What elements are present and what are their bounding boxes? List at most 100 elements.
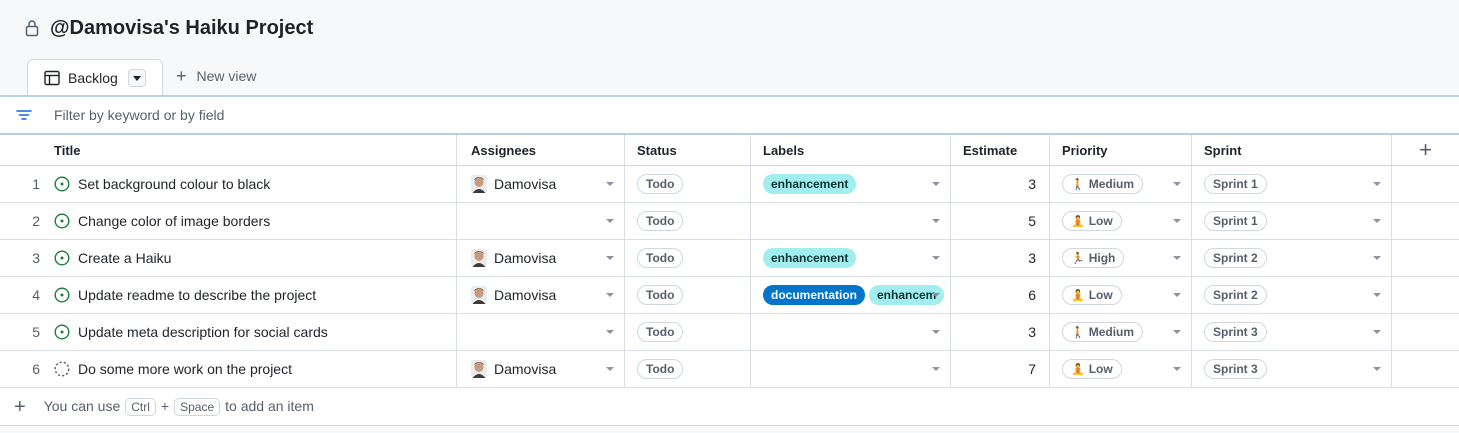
- status-cell[interactable]: Todo: [625, 314, 751, 350]
- caret-down-icon[interactable]: [1373, 256, 1381, 260]
- priority-label: Low: [1088, 288, 1113, 302]
- title-cell[interactable]: Update readme to describe the project: [40, 277, 457, 313]
- caret-down-icon[interactable]: [1373, 330, 1381, 334]
- bottom-strip: [0, 426, 1459, 433]
- assignees-cell[interactable]: [457, 314, 625, 350]
- status-cell[interactable]: Todo: [625, 203, 751, 239]
- filter-icon[interactable]: [16, 107, 32, 123]
- title-cell[interactable]: Do some more work on the project: [40, 351, 457, 387]
- filter-input[interactable]: [54, 107, 654, 123]
- caret-down-icon: [132, 75, 141, 81]
- caret-down-icon[interactable]: [606, 367, 614, 371]
- assignees-cell[interactable]: Damovisa: [457, 351, 625, 387]
- column-header-title[interactable]: Title: [40, 135, 457, 165]
- issue-title-link[interactable]: Update readme to describe the project: [78, 287, 316, 303]
- caret-down-icon[interactable]: [932, 256, 940, 260]
- estimate-cell[interactable]: 7: [951, 351, 1050, 387]
- priority-cell[interactable]: 🧘 Low: [1050, 351, 1192, 387]
- assignees-cell[interactable]: Damovisa: [457, 166, 625, 202]
- table-row[interactable]: 5 Update meta description for social card…: [0, 314, 1459, 351]
- caret-down-icon[interactable]: [1173, 182, 1181, 186]
- new-view-button[interactable]: + New view: [176, 67, 256, 85]
- tab-options-button[interactable]: [127, 69, 146, 87]
- column-header-estimate[interactable]: Estimate: [951, 135, 1050, 165]
- labels-cell[interactable]: enhancement: [751, 166, 951, 202]
- estimate-cell[interactable]: 5: [951, 203, 1050, 239]
- caret-down-icon[interactable]: [606, 293, 614, 297]
- title-cell[interactable]: Change color of image borders: [40, 203, 457, 239]
- status-cell[interactable]: Todo: [625, 351, 751, 387]
- table-row[interactable]: 4 Update readme to describe the project Da…: [0, 277, 1459, 314]
- issue-title-link[interactable]: Set background colour to black: [78, 176, 270, 192]
- caret-down-icon[interactable]: [1173, 367, 1181, 371]
- sprint-cell[interactable]: Sprint 1: [1192, 203, 1392, 239]
- assignees-cell[interactable]: Damovisa: [457, 240, 625, 276]
- title-cell[interactable]: Set background colour to black: [40, 166, 457, 202]
- labels-cell[interactable]: [751, 314, 951, 350]
- sprint-badge: Sprint 2: [1204, 285, 1267, 305]
- caret-down-icon[interactable]: [932, 219, 940, 223]
- assignees-cell[interactable]: [457, 203, 625, 239]
- estimate-cell[interactable]: 3: [951, 166, 1050, 202]
- row-number: 2: [32, 213, 40, 229]
- caret-down-icon[interactable]: [1173, 219, 1181, 223]
- issue-title-link[interactable]: Update meta description for social cards: [78, 324, 328, 340]
- add-field-button[interactable]: +: [1392, 135, 1459, 165]
- sprint-cell[interactable]: Sprint 3: [1192, 351, 1392, 387]
- plus-icon: +: [14, 396, 26, 418]
- labels-cell[interactable]: enhancement: [751, 240, 951, 276]
- caret-down-icon[interactable]: [932, 182, 940, 186]
- labels-cell[interactable]: documentation enhancem: [751, 277, 951, 313]
- table-row[interactable]: 3 Create a Haiku Damovisa Todo enhancement 3 🏃…: [0, 240, 1459, 277]
- sprint-cell[interactable]: Sprint 2: [1192, 240, 1392, 276]
- labels-cell[interactable]: [751, 203, 951, 239]
- priority-badge: 🧘 Low: [1062, 359, 1122, 379]
- assignees-cell[interactable]: Damovisa: [457, 277, 625, 313]
- caret-down-icon[interactable]: [932, 367, 940, 371]
- caret-down-icon[interactable]: [1373, 293, 1381, 297]
- issue-title-link[interactable]: Create a Haiku: [78, 250, 171, 266]
- table-row[interactable]: 1 Set background colour to black Damovisa T…: [0, 166, 1459, 203]
- caret-down-icon[interactable]: [932, 330, 940, 334]
- column-header-assignees[interactable]: Assignees: [457, 135, 625, 165]
- status-cell[interactable]: Todo: [625, 277, 751, 313]
- caret-down-icon[interactable]: [1373, 182, 1381, 186]
- add-item-row[interactable]: + You can use Ctrl + Space to add an item: [0, 389, 1459, 426]
- priority-cell[interactable]: 🧘 Low: [1050, 277, 1192, 313]
- priority-cell[interactable]: 🚶 Medium: [1050, 166, 1192, 202]
- sprint-cell[interactable]: Sprint 1: [1192, 166, 1392, 202]
- caret-down-icon[interactable]: [932, 293, 940, 297]
- estimate-cell[interactable]: 3: [951, 240, 1050, 276]
- title-cell[interactable]: Create a Haiku: [40, 240, 457, 276]
- column-header-sprint[interactable]: Sprint: [1192, 135, 1392, 165]
- estimate-cell[interactable]: 6: [951, 277, 1050, 313]
- status-cell[interactable]: Todo: [625, 166, 751, 202]
- caret-down-icon[interactable]: [606, 219, 614, 223]
- caret-down-icon[interactable]: [1173, 293, 1181, 297]
- status-cell[interactable]: Todo: [625, 240, 751, 276]
- caret-down-icon[interactable]: [606, 330, 614, 334]
- caret-down-icon[interactable]: [1173, 330, 1181, 334]
- priority-cell[interactable]: 🏃 High: [1050, 240, 1192, 276]
- sprint-cell[interactable]: Sprint 2: [1192, 277, 1392, 313]
- table-row[interactable]: 6 Do some more work on the project Damovis…: [0, 351, 1459, 388]
- caret-down-icon[interactable]: [606, 256, 614, 260]
- tab-backlog[interactable]: Backlog: [27, 59, 163, 96]
- title-cell[interactable]: Update meta description for social cards: [40, 314, 457, 350]
- caret-down-icon[interactable]: [1373, 367, 1381, 371]
- issue-title-link[interactable]: Change color of image borders: [78, 213, 270, 229]
- caret-down-icon[interactable]: [606, 182, 614, 186]
- column-header-labels[interactable]: Labels: [751, 135, 951, 165]
- caret-down-icon[interactable]: [1173, 256, 1181, 260]
- caret-down-icon[interactable]: [1373, 219, 1381, 223]
- column-header-priority[interactable]: Priority: [1050, 135, 1192, 165]
- issue-title-link[interactable]: Do some more work on the project: [78, 361, 292, 377]
- table-row[interactable]: 2 Change color of image borders Todo 5 🧘 Low S…: [0, 203, 1459, 240]
- estimate-cell[interactable]: 3: [951, 314, 1050, 350]
- priority-cell[interactable]: 🚶 Medium: [1050, 314, 1192, 350]
- priority-label: Low: [1088, 214, 1113, 228]
- sprint-cell[interactable]: Sprint 3: [1192, 314, 1392, 350]
- priority-cell[interactable]: 🧘 Low: [1050, 203, 1192, 239]
- column-header-status[interactable]: Status: [625, 135, 751, 165]
- labels-cell[interactable]: [751, 351, 951, 387]
